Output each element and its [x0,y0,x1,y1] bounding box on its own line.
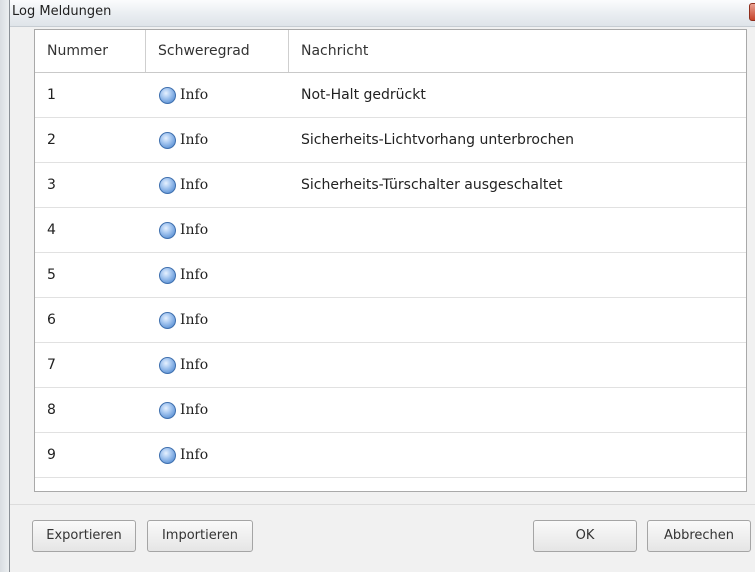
info-circle-icon [159,401,176,419]
log-dialog: Log Meldungen x Nummer Schweregrad Nachr… [9,0,755,572]
severity-label: Info [180,402,209,418]
cell-nummer: 2 [47,132,56,148]
table-row[interactable]: 4 Info [35,208,746,253]
table-row[interactable]: 6 Info [35,298,746,343]
cell-nachricht: Sicherheits-Lichtvorhang unterbrochen [301,132,575,148]
cell-schweregrad: Info [146,176,289,194]
table-row[interactable]: 8 Info [35,388,746,433]
cell-nummer: 5 [47,267,56,283]
severity-label: Info [180,267,209,283]
severity-label: Info [180,447,209,463]
info-circle-icon [159,311,176,329]
table-row[interactable]: 5 Info [35,253,746,298]
cell-schweregrad: Info [146,131,289,149]
info-circle-icon [159,86,176,104]
column-header-nummer[interactable]: Nummer [35,30,146,72]
table-header: Nummer Schweregrad Nachricht [35,30,746,73]
info-circle-icon [159,176,176,194]
button-separator [10,504,755,505]
cell-nummer: 6 [47,312,56,328]
table-row[interactable]: 7 Info [35,343,746,388]
info-circle-icon [159,446,176,464]
cell-nummer: 4 [47,222,56,238]
column-header-nachricht[interactable]: Nachricht [289,30,746,72]
severity-label: Info [180,357,209,373]
severity-label: Info [180,87,209,103]
log-table: Nummer Schweregrad Nachricht 1 Info Not-Ha… [34,29,747,492]
severity-label: Info [180,132,209,148]
info-circle-icon [159,266,176,284]
table-row[interactable]: 1 Info Not-Halt gedrückt [35,73,746,118]
info-circle-icon [159,356,176,374]
cell-schweregrad: Info [146,311,289,329]
cancel-button[interactable]: Abbrechen [647,520,751,552]
cell-schweregrad: Info [146,221,289,239]
import-button[interactable]: Importieren [147,520,253,552]
ok-button[interactable]: OK [533,520,637,552]
severity-label: Info [180,177,209,193]
cell-schweregrad: Info [146,446,289,464]
cell-nummer: 1 [47,87,56,103]
cell-nummer: 8 [47,402,56,418]
title-bar: Log Meldungen x [10,0,755,27]
info-circle-icon [159,131,176,149]
cell-nachricht: Not-Halt gedrückt [301,87,426,103]
cell-schweregrad: Info [146,356,289,374]
info-circle-icon [159,221,176,239]
table-row[interactable]: 2 Info Sicherheits-Lichtvorhang unterbroch… [35,118,746,163]
close-button[interactable]: x [749,3,755,21]
cell-nummer: 3 [47,177,56,193]
cell-schweregrad: Info [146,266,289,284]
table-row[interactable]: 3 Info Sicherheits-Türschalter ausgeschalt… [35,163,746,208]
cell-schweregrad: Info [146,86,289,104]
severity-label: Info [180,312,209,328]
table-body: 1 Info Not-Halt gedrückt 2 Info Sicherheits-L… [35,73,746,478]
export-button[interactable]: Exportieren [32,520,136,552]
table-row[interactable]: 9 Info [35,433,746,478]
cell-nummer: 9 [47,447,56,463]
cell-nachricht: Sicherheits-Türschalter ausgeschaltet [301,177,563,193]
cell-schweregrad: Info [146,401,289,419]
dialog-title: Log Meldungen [12,4,112,19]
cell-nummer: 7 [47,357,56,373]
severity-label: Info [180,222,209,238]
column-header-schweregrad[interactable]: Schweregrad [146,30,289,72]
